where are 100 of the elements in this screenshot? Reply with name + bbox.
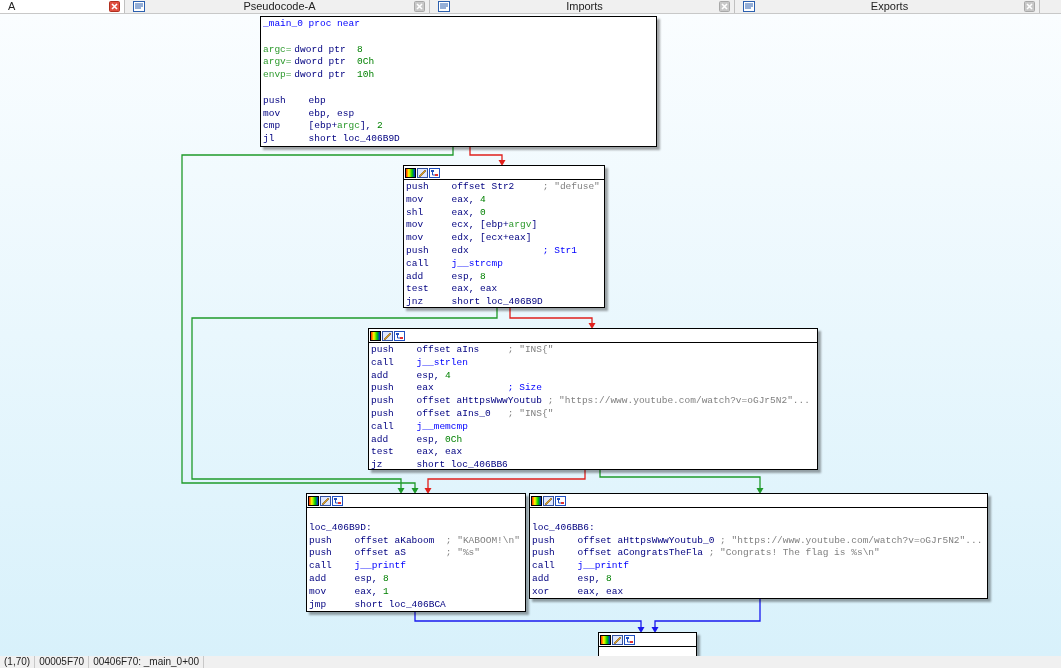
graph-icon[interactable] xyxy=(429,167,440,178)
code-comment: ; "INS{" xyxy=(507,408,554,421)
mnemonic: call xyxy=(309,560,333,573)
variable-offset: 10h xyxy=(357,69,375,82)
variable-offset: 8 xyxy=(357,43,363,57)
operand: eax, 1 xyxy=(354,585,389,599)
mnemonic: push xyxy=(309,534,333,548)
mnemonic: push xyxy=(263,94,287,108)
operand: j__strcmp xyxy=(451,257,503,271)
operand: ecx, [ebp+argv] xyxy=(451,219,538,233)
operand: eax, eax xyxy=(416,446,463,460)
operand: j__printf xyxy=(354,560,406,573)
graph-icon[interactable] xyxy=(624,634,635,645)
variable-name: argc= xyxy=(263,43,292,57)
code-comment: ; "INS{" xyxy=(507,344,554,357)
operand: short loc_406B9D xyxy=(451,296,543,309)
variable-name: argv= xyxy=(263,56,292,70)
operand: offset Str2 xyxy=(451,181,516,194)
mnemonic: push xyxy=(371,382,395,396)
pencil-icon[interactable] xyxy=(417,167,428,178)
graph-icon[interactable] xyxy=(394,330,405,341)
status-text: 00406F70: _main_0+00 xyxy=(89,656,205,668)
operand: offset aHttpsWwwYoutub_0 xyxy=(577,534,715,548)
operand: esp, 8 xyxy=(577,573,612,586)
operand: ebp xyxy=(308,94,326,108)
mnemonic: cmp xyxy=(263,120,282,134)
operand: edx, [ecx+eax] xyxy=(451,232,532,245)
mnemonic: mov xyxy=(309,585,328,599)
variable-type: dword ptr xyxy=(294,69,346,82)
proc-heading: _main_0 proc near xyxy=(263,18,360,31)
mnemonic: call xyxy=(371,420,395,434)
pencil-icon[interactable] xyxy=(543,495,554,506)
variable-type: dword ptr xyxy=(294,43,346,57)
graph-icon[interactable] xyxy=(555,495,566,506)
mnemonic: jz xyxy=(371,459,384,472)
mnemonic: push xyxy=(406,245,430,258)
pencil-icon[interactable] xyxy=(382,330,393,341)
operand: offset aHttpsWwwYoutub xyxy=(416,395,542,408)
mnemonic: add xyxy=(309,573,328,586)
operand: eax, 4 xyxy=(451,193,486,207)
mnemonic: push xyxy=(532,534,556,548)
mnemonic: add xyxy=(371,369,390,383)
operand: short loc_406B9D xyxy=(308,133,400,146)
tab[interactable]: A xyxy=(0,0,125,13)
operand: eax, eax xyxy=(577,585,624,599)
code-comment: ; "defuse" xyxy=(542,181,600,194)
status-text: 00005F70 xyxy=(35,656,90,668)
mnemonic: mov xyxy=(406,193,425,207)
mnemonic: test xyxy=(371,446,395,460)
mnemonic: call xyxy=(532,560,556,573)
mnemonic: mov xyxy=(406,219,425,233)
mnemonic: add xyxy=(532,573,551,586)
operand: eax, eax xyxy=(451,283,498,297)
mnemonic: add xyxy=(371,433,390,447)
mnemonic: jmp xyxy=(309,598,328,612)
mnemonic: push xyxy=(532,547,556,561)
document-icon xyxy=(133,1,145,12)
operand: offset aCongratsTheFla xyxy=(577,547,703,561)
mnemonic: mov xyxy=(406,232,425,245)
operand: offset aKaboom xyxy=(354,534,436,548)
mnemonic: shl xyxy=(406,206,425,220)
mnemonic: push xyxy=(371,408,395,421)
close-icon[interactable] xyxy=(109,1,120,12)
code-comment: ; "https://www.youtube.com/watch?v=oGJr5N2"... xyxy=(547,395,810,408)
document-icon xyxy=(438,1,450,12)
palette-icon[interactable] xyxy=(405,167,416,178)
operand: edx xyxy=(451,245,470,258)
operand: esp, 8 xyxy=(354,573,389,586)
operand: offset aIns_0 xyxy=(416,408,492,421)
mnemonic: push xyxy=(406,181,430,194)
palette-icon[interactable] xyxy=(308,495,319,506)
mnemonic: jnz xyxy=(406,296,425,309)
code-comment: ; Str1 xyxy=(542,245,577,258)
palette-icon[interactable] xyxy=(370,330,381,341)
mnemonic: mov xyxy=(263,107,282,121)
operand: esp, 8 xyxy=(451,270,486,284)
operand: j__strlen xyxy=(416,356,468,370)
pencil-icon[interactable] xyxy=(612,634,623,645)
mnemonic: add xyxy=(406,270,425,284)
mnemonic: test xyxy=(406,283,430,297)
operand: j__printf xyxy=(577,560,629,573)
status-text: (1,70) xyxy=(0,656,36,668)
operand: esp, 0Ch xyxy=(416,433,463,447)
operand: esp, 4 xyxy=(416,369,451,383)
code-comment: ; "%s" xyxy=(445,547,480,561)
variable-type: dword ptr xyxy=(294,56,346,70)
operand: short loc_406BCA xyxy=(354,598,446,612)
palette-icon[interactable] xyxy=(531,495,542,506)
pencil-icon[interactable] xyxy=(320,495,331,506)
code-label: loc_406BB6: xyxy=(532,521,595,535)
operand: [ebp+argc], 2 xyxy=(308,120,383,134)
variable-name: envp= xyxy=(263,69,292,82)
code-label: loc_406B9D: xyxy=(309,521,372,535)
mnemonic: call xyxy=(371,356,395,370)
graph-icon[interactable] xyxy=(332,495,343,506)
code-comment: ; "https://www.youtube.com/watch?v=oGJr5N2"... xyxy=(720,534,983,548)
palette-icon[interactable] xyxy=(600,634,611,645)
mnemonic: push xyxy=(371,395,395,408)
operand: ebp, esp xyxy=(308,107,355,121)
mnemonic: call xyxy=(406,257,430,271)
